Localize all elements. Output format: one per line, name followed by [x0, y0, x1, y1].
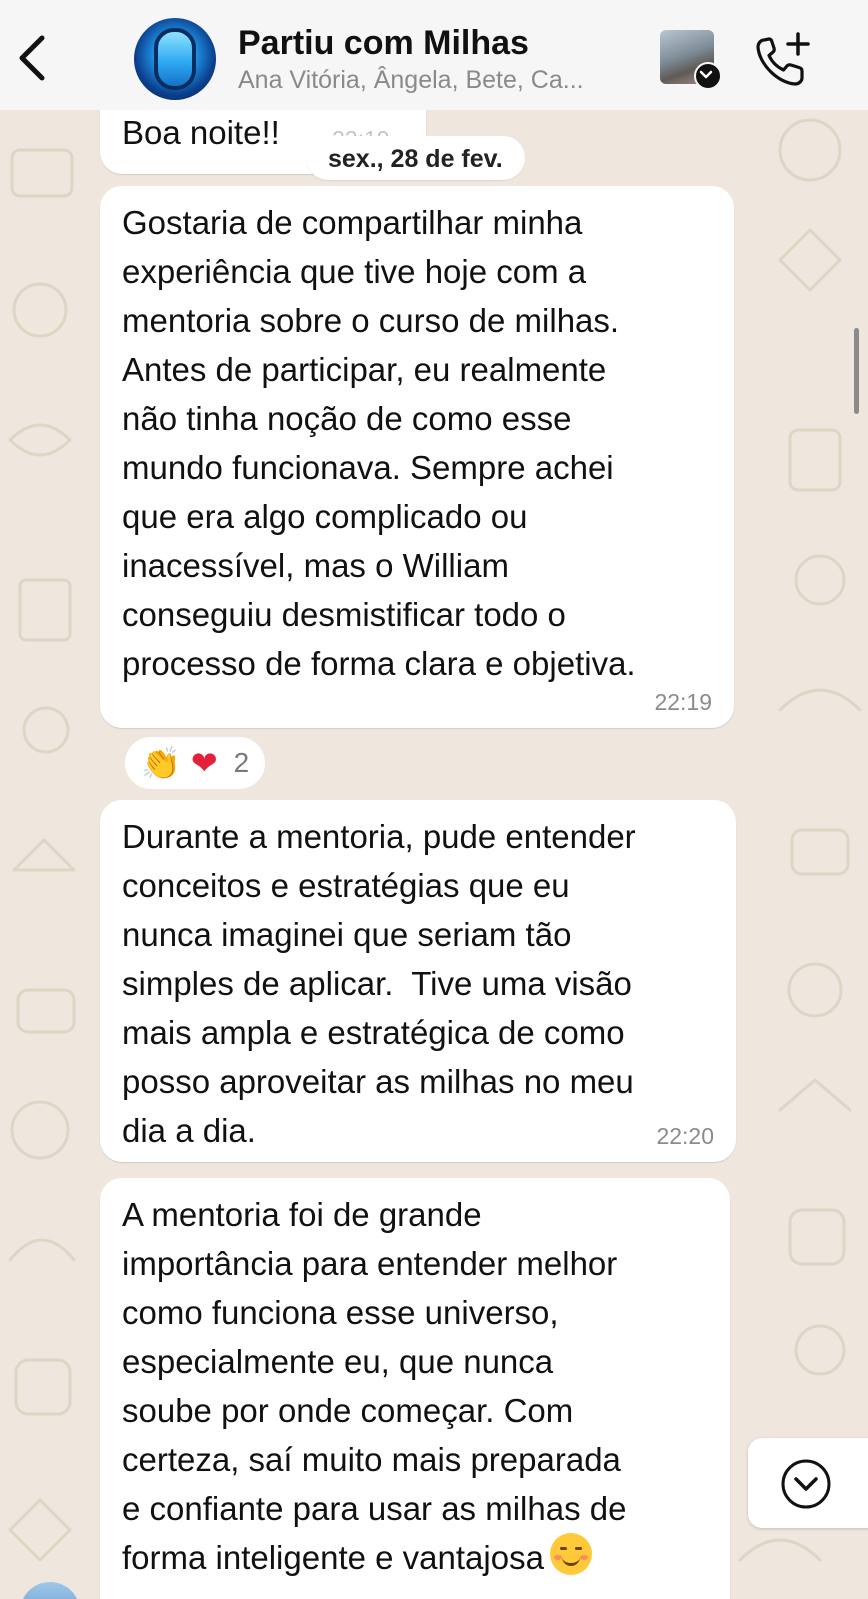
status-badge [694, 62, 722, 90]
reaction-count: 2 [233, 747, 250, 778]
message-text: Durante a mentoria, pude entender concei… [122, 818, 636, 1149]
back-button[interactable] [12, 30, 56, 86]
group-members[interactable]: Ana Vitória, Ângela, Bete, Ca... [238, 66, 628, 95]
message-time: 22:20 [656, 1123, 714, 1149]
chat-header: Partiu com Milhas Ana Vitória, Ângela, B… [0, 0, 868, 110]
airplane-window-image [154, 28, 196, 90]
chevron-down-circle-icon [781, 1459, 831, 1509]
chevron-left-icon [19, 35, 45, 81]
date-separator: sex., 28 de fev. [306, 136, 525, 180]
message-text: A mentoria foi de grande importância par… [122, 1196, 627, 1576]
add-call-button[interactable] [752, 30, 812, 90]
message-text: Boa noite!! [122, 114, 280, 151]
message-bubble[interactable]: Gostaria de compartilhar minha experiênc… [100, 186, 734, 728]
message-time: 22:19 [654, 689, 712, 715]
phone-plus-icon [756, 32, 810, 86]
sender-avatar[interactable] [20, 1582, 80, 1599]
message-reactions[interactable]: 👏 ❤ 2 [122, 734, 269, 792]
smiling-face-icon [549, 1533, 592, 1575]
message-list[interactable]: Boa noite!! 22:19 sex., 28 de fev. Gosta… [0, 110, 868, 1599]
scrollbar[interactable] [854, 328, 859, 414]
group-avatar[interactable] [134, 18, 216, 100]
message-text: Gostaria de compartilhar minha experiênc… [122, 204, 636, 682]
message-text-wrapper: A mentoria foi de grande importância par… [122, 1190, 708, 1582]
message-bubble[interactable]: A mentoria foi de grande importância par… [100, 1178, 730, 1599]
message-bubble[interactable]: Durante a mentoria, pude entender concei… [100, 800, 736, 1162]
clapping-hands-icon: 👏 [141, 744, 181, 782]
scroll-to-bottom-button[interactable] [748, 1438, 868, 1528]
chevron-down-icon [699, 70, 713, 79]
status-thumbnail[interactable] [660, 30, 722, 90]
group-name[interactable]: Partiu com Milhas [238, 24, 529, 63]
red-heart-icon: ❤ [190, 744, 218, 782]
